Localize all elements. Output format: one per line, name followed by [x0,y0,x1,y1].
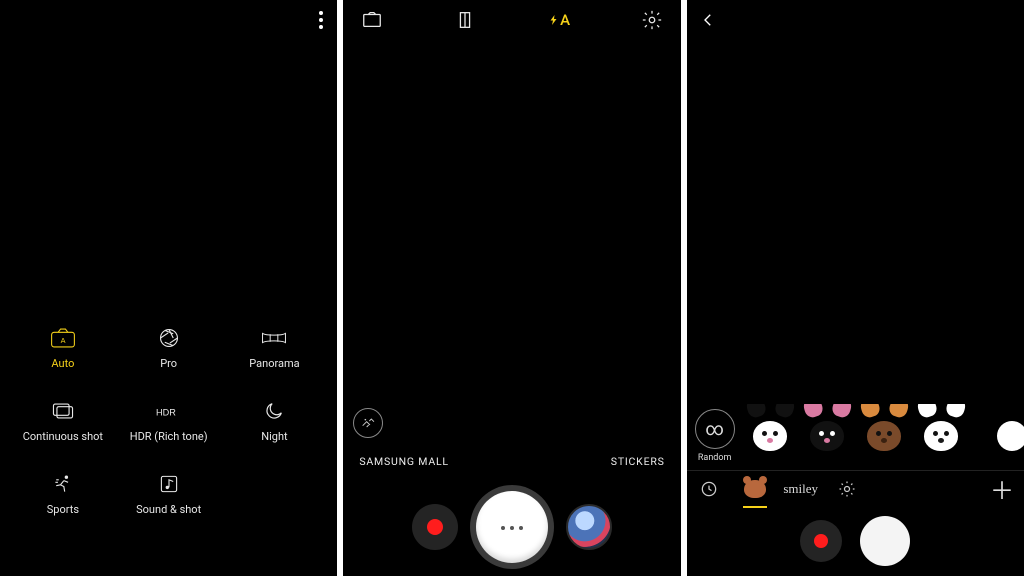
shutter-bar [687,506,1024,576]
flash-auto-icon[interactable]: A [548,9,570,31]
record-button[interactable] [412,504,458,550]
mode-hdr[interactable]: HDR HDR (Rich tone) [116,400,222,443]
mode-label: HDR (Rich tone) [130,430,208,443]
smiley-pack-tab[interactable]: smiley [787,475,815,503]
stickers-button[interactable]: STICKERS [611,455,665,468]
flash-mode-label: A [560,11,569,29]
camera-a-icon: A [50,327,76,349]
sticker-peek[interactable] [973,409,1016,463]
record-button[interactable] [800,520,842,562]
settings-icon[interactable] [641,9,663,31]
infinity-icon: ∞ [695,409,735,449]
effects-button[interactable] [353,408,383,438]
hdr-icon: HDR [156,400,182,422]
mode-panorama[interactable]: Panorama [222,327,328,370]
back-icon[interactable] [699,11,717,29]
camera-modes-screen: A Auto Pro Panorama Continuous shot HDR HDR (R… [0,0,337,576]
metering-icon[interactable] [454,9,476,31]
record-dot-icon [814,534,828,548]
shutter-button[interactable] [860,516,910,566]
random-label: Random [698,453,732,463]
topbar: A [343,0,680,40]
mode-continuous[interactable]: Continuous shot [10,400,116,443]
mode-night[interactable]: Night [222,400,328,443]
mode-label: Sound & shot [136,503,201,516]
page-indicator [501,526,523,530]
record-dot-icon [427,519,443,535]
burst-icon [50,400,76,422]
svg-text:HDR: HDR [156,408,176,418]
stickers-screen: ∞ Random smiley ＋ [687,0,1024,576]
more-options-icon[interactable] [319,11,323,29]
sticker-deer-antlers[interactable] [863,409,906,463]
three-up-screenshots: A Auto Pro Panorama Continuous shot HDR HDR (R… [0,0,1024,576]
mode-label: Auto [51,357,74,370]
bear-icon [744,480,766,498]
random-sticker-button[interactable]: ∞ Random [695,409,735,463]
script-label: smiley [783,481,818,497]
moon-icon [261,400,287,422]
mode-pro[interactable]: Pro [116,327,222,370]
music-note-icon [156,473,182,495]
sticker-settings-tab[interactable] [833,475,861,503]
runner-icon [50,473,76,495]
add-sticker-pack-button[interactable]: ＋ [988,475,1016,503]
mode-label-row: SAMSUNG MALL STICKERS [343,455,680,468]
sticker-carousel[interactable]: ∞ Random [687,404,1024,468]
sticker-cat-black-pink-ears[interactable] [806,409,849,463]
mode-sports[interactable]: Sports [10,473,116,516]
topbar [687,0,1024,40]
camera-main-screen: A SAMSUNG MALL STICKERS [343,0,680,576]
mode-label: Continuous shot [23,430,103,443]
mode-label: Panorama [249,357,299,370]
mode-soundshot[interactable]: Sound & shot [116,473,222,516]
recent-tab[interactable] [695,475,723,503]
mode-auto[interactable]: A Auto [10,327,116,370]
mode-label: Night [261,430,287,443]
mode-label: Pro [160,357,177,370]
mode-label: Sports [47,503,79,516]
full-view-icon[interactable] [361,9,383,31]
animal-pack-tab[interactable] [741,475,769,503]
topbar [0,0,337,40]
svg-text:A: A [60,336,65,345]
aperture-icon [156,327,182,349]
gallery-thumbnail[interactable] [566,504,612,550]
panorama-icon [261,327,287,349]
sticker-category-tabs: smiley ＋ [687,470,1024,506]
sticker-cat-white-black-ears[interactable] [749,409,792,463]
samsung-mall-button[interactable]: SAMSUNG MALL [359,455,449,468]
mode-grid: A Auto Pro Panorama Continuous shot HDR HDR (R… [0,327,337,536]
sticker-bunny-white[interactable] [920,409,963,463]
shutter-bar [343,478,680,576]
